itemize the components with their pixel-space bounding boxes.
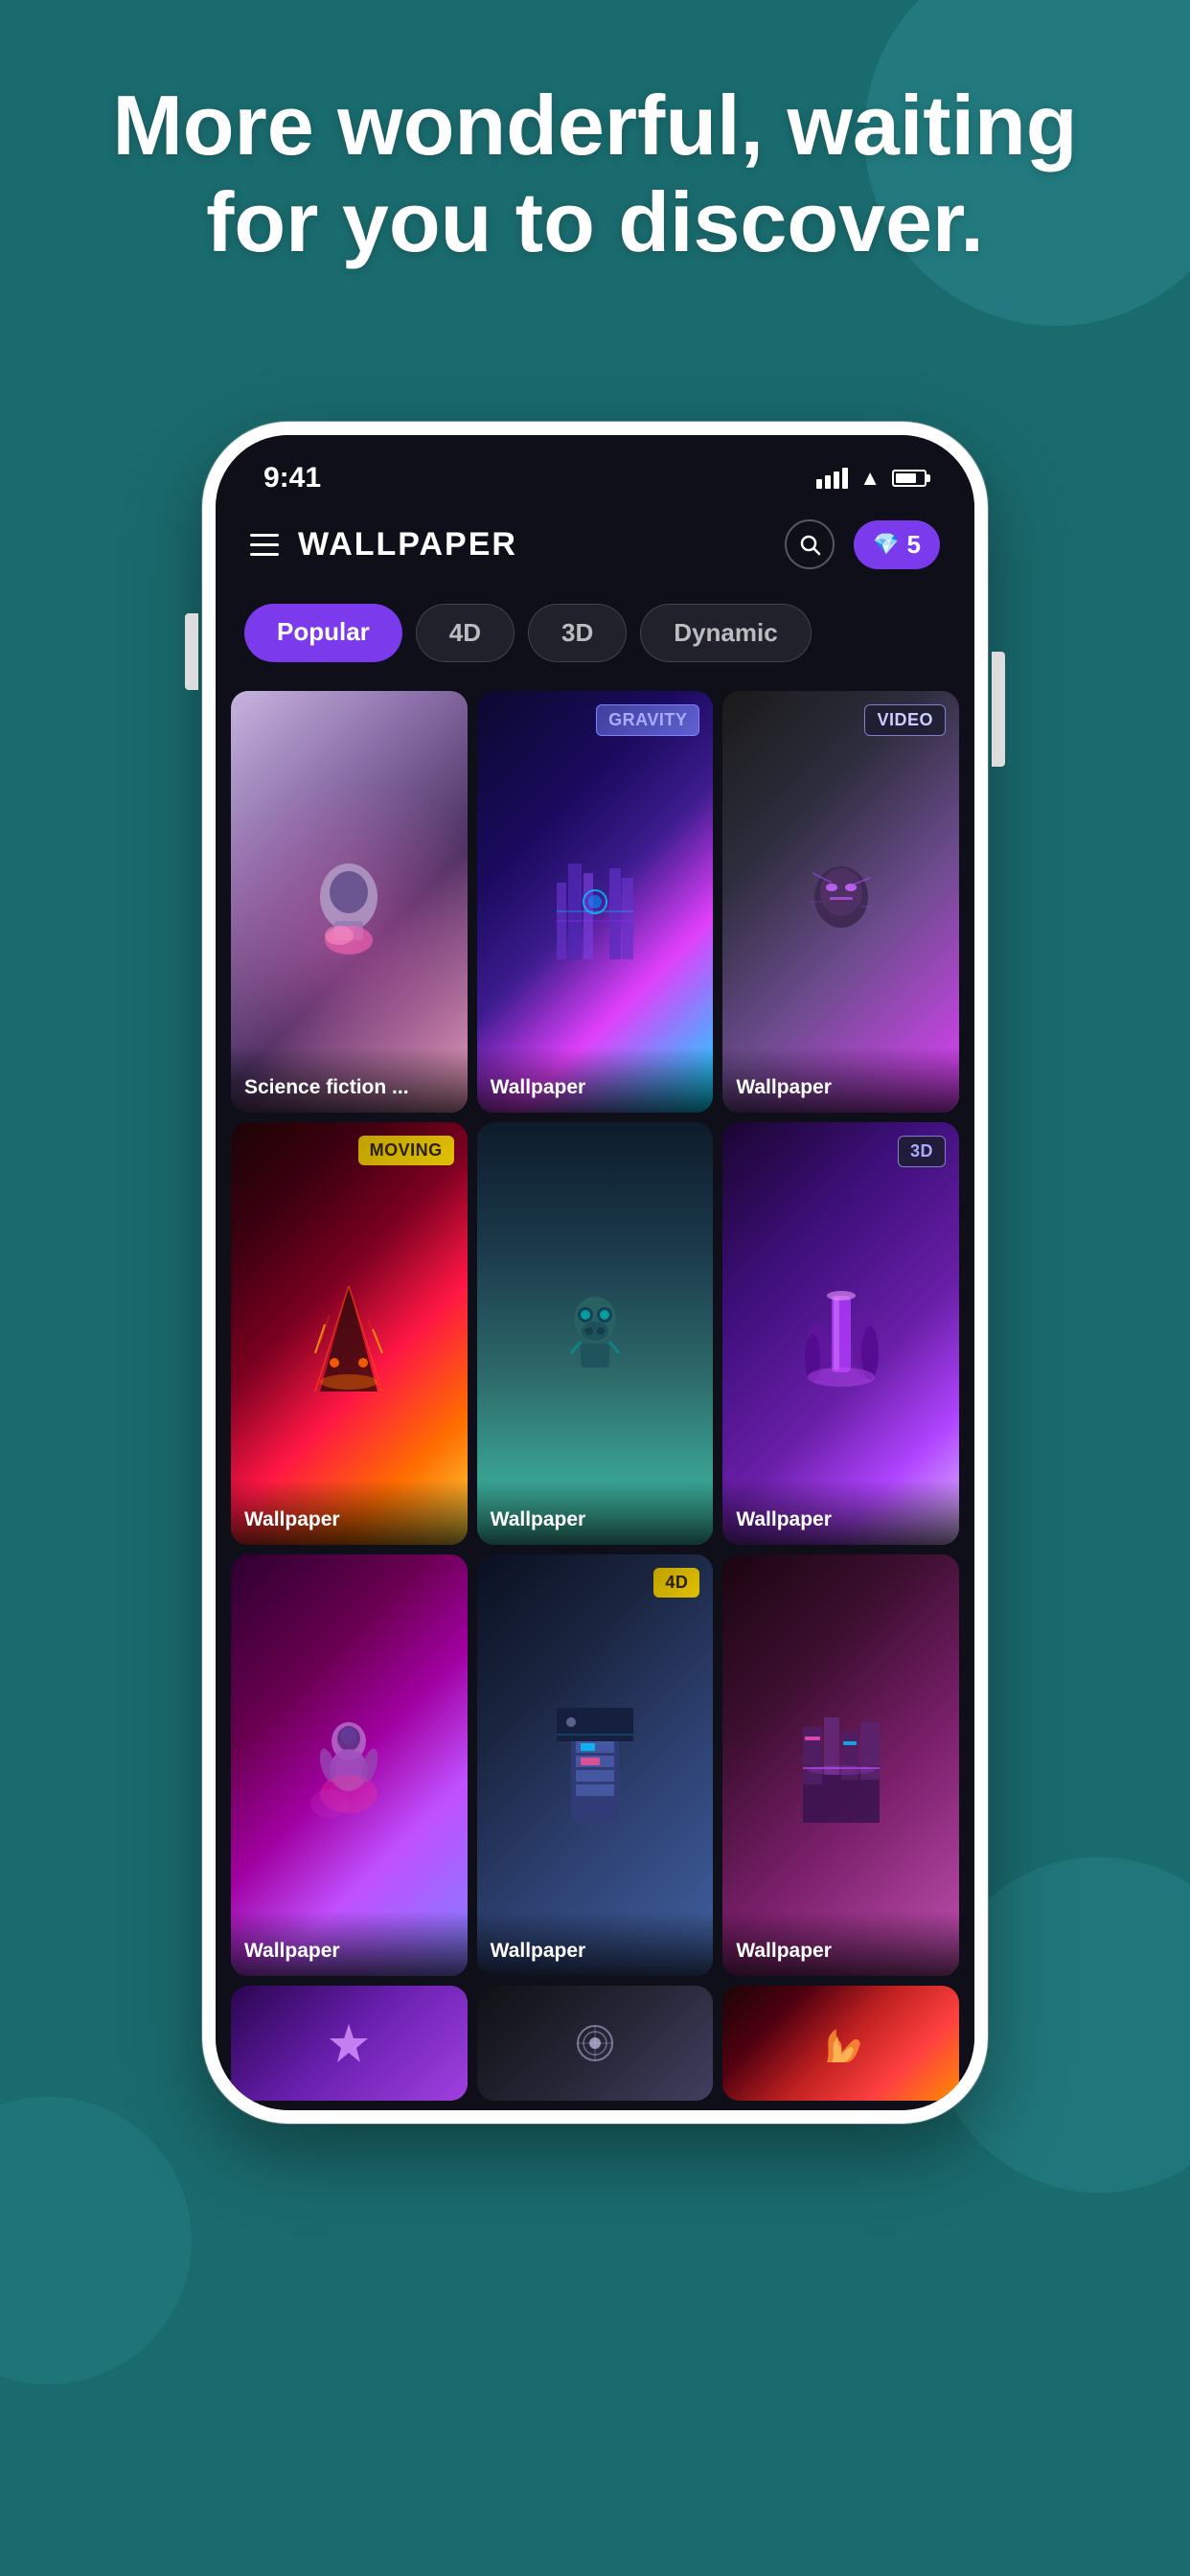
gem-badge[interactable]: 💎 5 xyxy=(854,520,940,569)
battery-icon xyxy=(892,470,927,487)
phone-mockup: 9:41 ▲ WALLPAPER xyxy=(202,422,988,2124)
wp-label-4: Wallpaper xyxy=(231,1480,468,1545)
search-button[interactable] xyxy=(785,519,835,569)
wp-label-8: Wallpaper xyxy=(477,1911,714,1976)
wallpaper-item-3[interactable]: VIDEO Wallpaper xyxy=(722,691,959,1113)
partial-item-2[interactable] xyxy=(477,1986,714,2101)
tab-4d[interactable]: 4D xyxy=(416,604,515,662)
wp-title-9: Wallpaper xyxy=(736,1940,832,1962)
menu-button[interactable] xyxy=(250,534,279,556)
wp-title-5: Wallpaper xyxy=(491,1508,586,1530)
wp-label-7: Wallpaper xyxy=(231,1911,468,1976)
wp-label-6: Wallpaper xyxy=(722,1480,959,1545)
wp-title-8: Wallpaper xyxy=(491,1940,586,1962)
wallpaper-grid: Science fiction ... xyxy=(216,681,974,1986)
tab-3d[interactable]: 3D xyxy=(528,604,627,662)
signal-icon xyxy=(816,468,848,489)
wallpaper-item-6[interactable]: 3D Wallpaper xyxy=(722,1122,959,1544)
category-tabs: Popular 4D 3D Dynamic xyxy=(216,588,974,681)
wallpaper-item-2[interactable]: GRAVITY Wallpaper xyxy=(477,691,714,1113)
wifi-icon: ▲ xyxy=(859,466,881,491)
badge-3d: 3D xyxy=(898,1136,946,1167)
tab-dynamic[interactable]: Dynamic xyxy=(640,604,811,662)
badge-gravity: GRAVITY xyxy=(596,704,699,736)
badge-moving: MOVING xyxy=(358,1136,454,1165)
header-right: 💎 5 xyxy=(785,519,940,569)
partial-row xyxy=(216,1986,974,2110)
wallpaper-item-7[interactable]: Wallpaper xyxy=(231,1554,468,1976)
badge-video: VIDEO xyxy=(864,704,946,736)
gem-icon: 💎 xyxy=(873,532,899,557)
status-bar: 9:41 ▲ xyxy=(216,435,974,504)
phone-frame: 9:41 ▲ WALLPAPER xyxy=(202,422,988,2124)
wp-title-6: Wallpaper xyxy=(736,1508,832,1530)
phone-screen: 9:41 ▲ WALLPAPER xyxy=(216,435,974,2110)
partial-item-3[interactable] xyxy=(722,1986,959,2101)
hero-section: More wonderful, waiting for you to disco… xyxy=(0,77,1190,270)
wp-title-2: Wallpaper xyxy=(491,1076,586,1098)
app-header: WALLPAPER 💎 5 xyxy=(216,504,974,588)
partial-item-1[interactable] xyxy=(231,1986,468,2101)
app-title: WALLPAPER xyxy=(298,526,517,564)
badge-4d: 4D xyxy=(653,1568,699,1598)
wallpaper-item-1[interactable]: Science fiction ... xyxy=(231,691,468,1113)
wp-label-3: Wallpaper xyxy=(722,1047,959,1113)
gem-count: 5 xyxy=(907,530,921,560)
tab-popular[interactable]: Popular xyxy=(244,604,402,662)
status-time: 9:41 xyxy=(263,462,321,494)
wallpaper-item-8[interactable]: 4D Wallpaper xyxy=(477,1554,714,1976)
bg-decoration-left xyxy=(0,2097,192,2384)
wp-title-1: Science fiction ... xyxy=(244,1076,409,1098)
wallpaper-item-4[interactable]: MOVING Wallpaper xyxy=(231,1122,468,1544)
wp-label-5: Wallpaper xyxy=(477,1480,714,1545)
wp-title-4: Wallpaper xyxy=(244,1508,340,1530)
wp-label-9: Wallpaper xyxy=(722,1911,959,1976)
wp-title-3: Wallpaper xyxy=(736,1076,832,1098)
hero-title: More wonderful, waiting for you to disco… xyxy=(57,77,1133,270)
wp-title-7: Wallpaper xyxy=(244,1940,340,1962)
wp-label-2: Wallpaper xyxy=(477,1047,714,1113)
wp-label-1: Science fiction ... xyxy=(231,1047,468,1113)
wallpaper-item-5[interactable]: Wallpaper xyxy=(477,1122,714,1544)
header-left: WALLPAPER xyxy=(250,526,517,564)
wallpaper-item-9[interactable]: Wallpaper xyxy=(722,1554,959,1976)
status-icons: ▲ xyxy=(816,466,927,491)
